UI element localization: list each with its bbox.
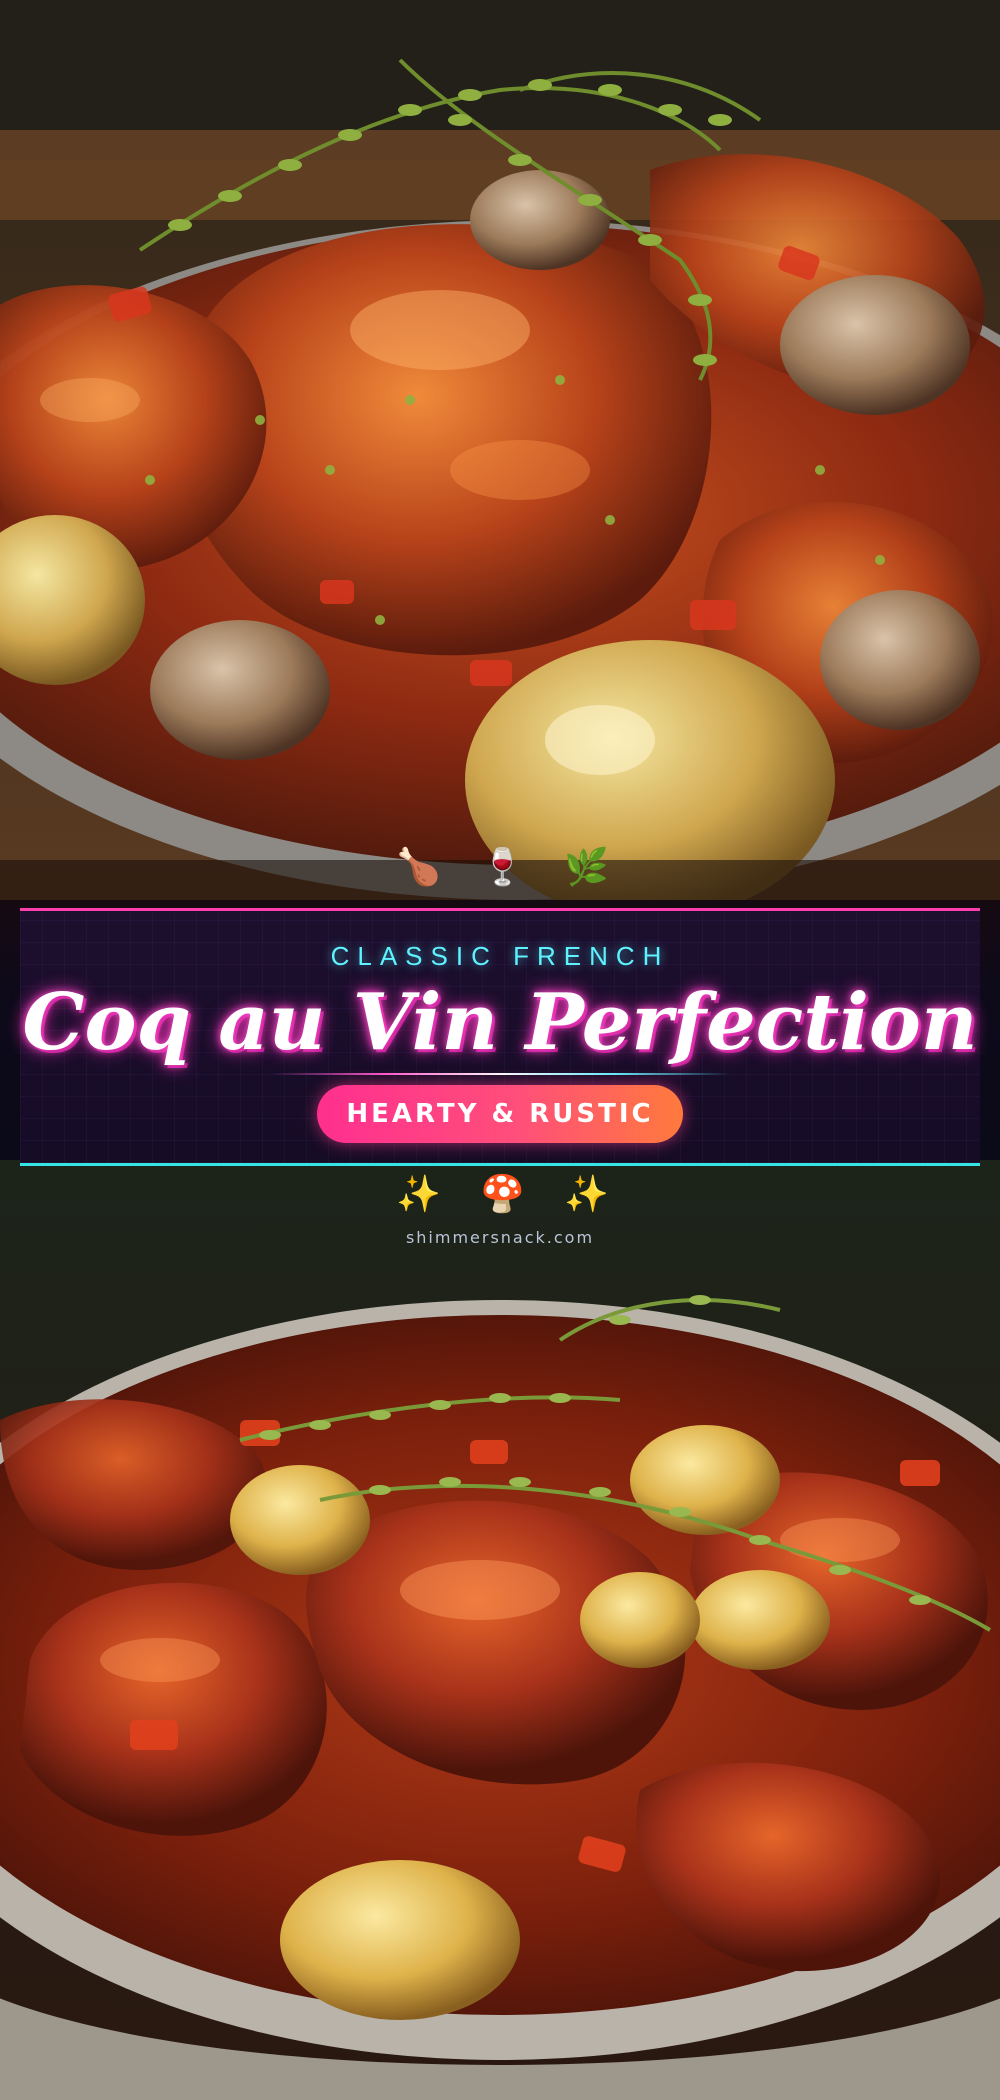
banner-title: Coq au Vin Perfection xyxy=(22,977,978,1068)
top-food-photo xyxy=(0,0,1000,900)
top-icon-row: 🍗 🍷 🌿 xyxy=(0,848,1000,888)
title-underline xyxy=(270,1073,730,1075)
banner-tag-pill: HEARTY & RUSTIC xyxy=(317,1085,683,1143)
banner-kicker: CLASSIC FRENCH xyxy=(330,941,670,971)
sparkles-icon: ✨ xyxy=(564,1174,609,1215)
herb-icon: 🌿 xyxy=(564,847,609,888)
title-banner: CLASSIC FRENCH Coq au Vin Perfection HEA… xyxy=(20,908,980,1166)
sparkles-icon: ✨ xyxy=(396,1174,441,1215)
bottom-icon-row: ✨ 🍄 ✨ xyxy=(0,1175,1000,1215)
site-url: shimmersnack.com xyxy=(405,1228,595,1247)
chicken-leg-icon: 🍗 xyxy=(396,847,441,888)
mushroom-icon: 🍄 xyxy=(480,1174,525,1215)
bottom-food-photo xyxy=(0,1160,1000,2100)
wine-glass-icon: 🍷 xyxy=(480,847,525,888)
